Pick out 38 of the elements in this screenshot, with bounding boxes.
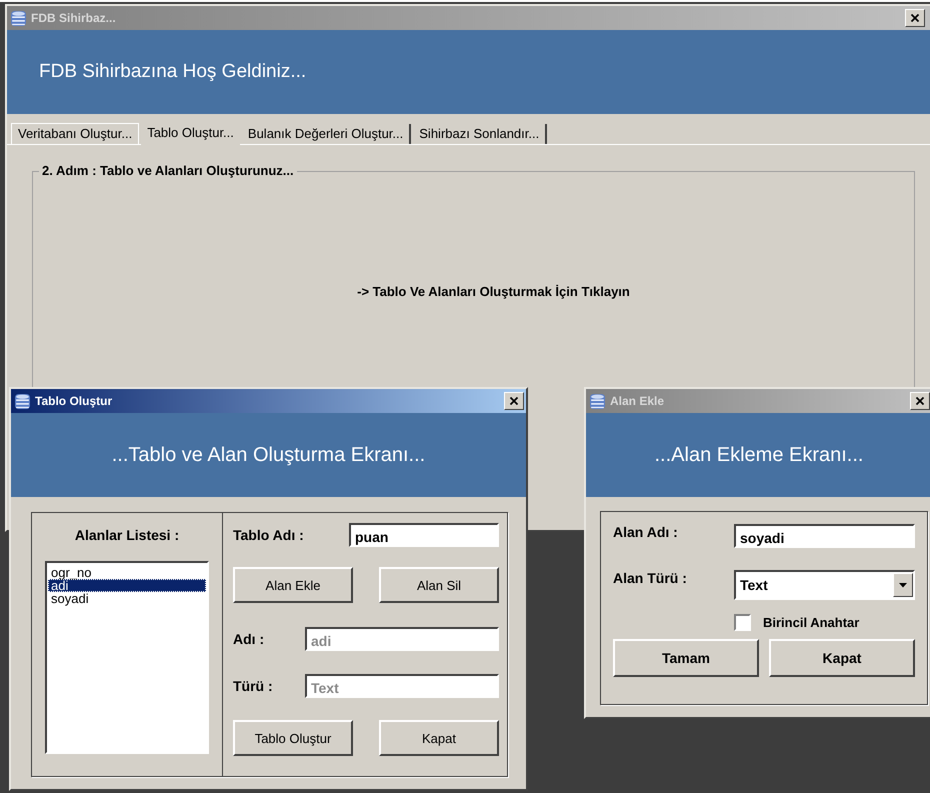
close-icon xyxy=(915,396,925,406)
button[interactable]: Kapat xyxy=(379,720,499,756)
tab[interactable]: Veritabanı Oluştur... xyxy=(11,123,140,144)
window-title: FDB Sihirbaz... xyxy=(31,11,117,25)
close-button[interactable] xyxy=(504,392,524,410)
window-title: Alan Ekle xyxy=(610,394,666,408)
checkbox[interactable] xyxy=(734,614,751,631)
checkbox-label: Birincil Anahtar xyxy=(763,615,860,630)
close-icon xyxy=(509,396,519,406)
list-box[interactable]: ogr_no adi soyadi xyxy=(45,561,209,754)
header-title: ...Tablo ve Alan Oluşturma Ekranı... xyxy=(112,444,426,466)
button[interactable]: Alan Sil xyxy=(379,567,499,603)
prompt-link[interactable]: -> Tablo Ve Alanları Oluşturmak İçin Tıklayın xyxy=(357,284,630,299)
label: Türü : xyxy=(233,678,274,694)
button[interactable]: Tablo Oluştur xyxy=(233,720,353,756)
list-item[interactable]: ogr_no xyxy=(48,566,206,579)
label: Adı : xyxy=(233,631,266,647)
label: Alan Türü : xyxy=(613,570,688,586)
input-field[interactable]: puan xyxy=(349,523,499,547)
label: Alanlar Listesi : xyxy=(74,527,180,543)
label: Alan Adı : xyxy=(613,524,679,540)
header-title: ...Alan Ekleme Ekranı... xyxy=(654,444,864,466)
group-title: 2. Adım : Tablo ve Alanları Oluşturunuz... xyxy=(39,163,297,178)
button[interactable]: Tamam xyxy=(613,639,759,677)
database-icon xyxy=(10,10,27,26)
database-icon xyxy=(589,392,606,410)
window-title: Tablo Oluştur xyxy=(35,394,114,408)
list-item[interactable]: adi xyxy=(48,579,206,592)
close-icon xyxy=(910,13,920,23)
header-title: FDB Sihirbazına Hoş Geldiniz... xyxy=(39,61,306,83)
database-icon xyxy=(14,392,31,410)
button[interactable]: Kapat xyxy=(769,639,915,677)
input-field[interactable]: soyadi xyxy=(734,524,915,548)
list-item[interactable]: soyadi xyxy=(48,592,206,605)
label: Tablo Adı : xyxy=(233,527,305,543)
dropdown[interactable]: Text xyxy=(734,570,915,600)
caret-icon xyxy=(899,582,907,588)
button[interactable]: Alan Ekle xyxy=(233,567,353,603)
